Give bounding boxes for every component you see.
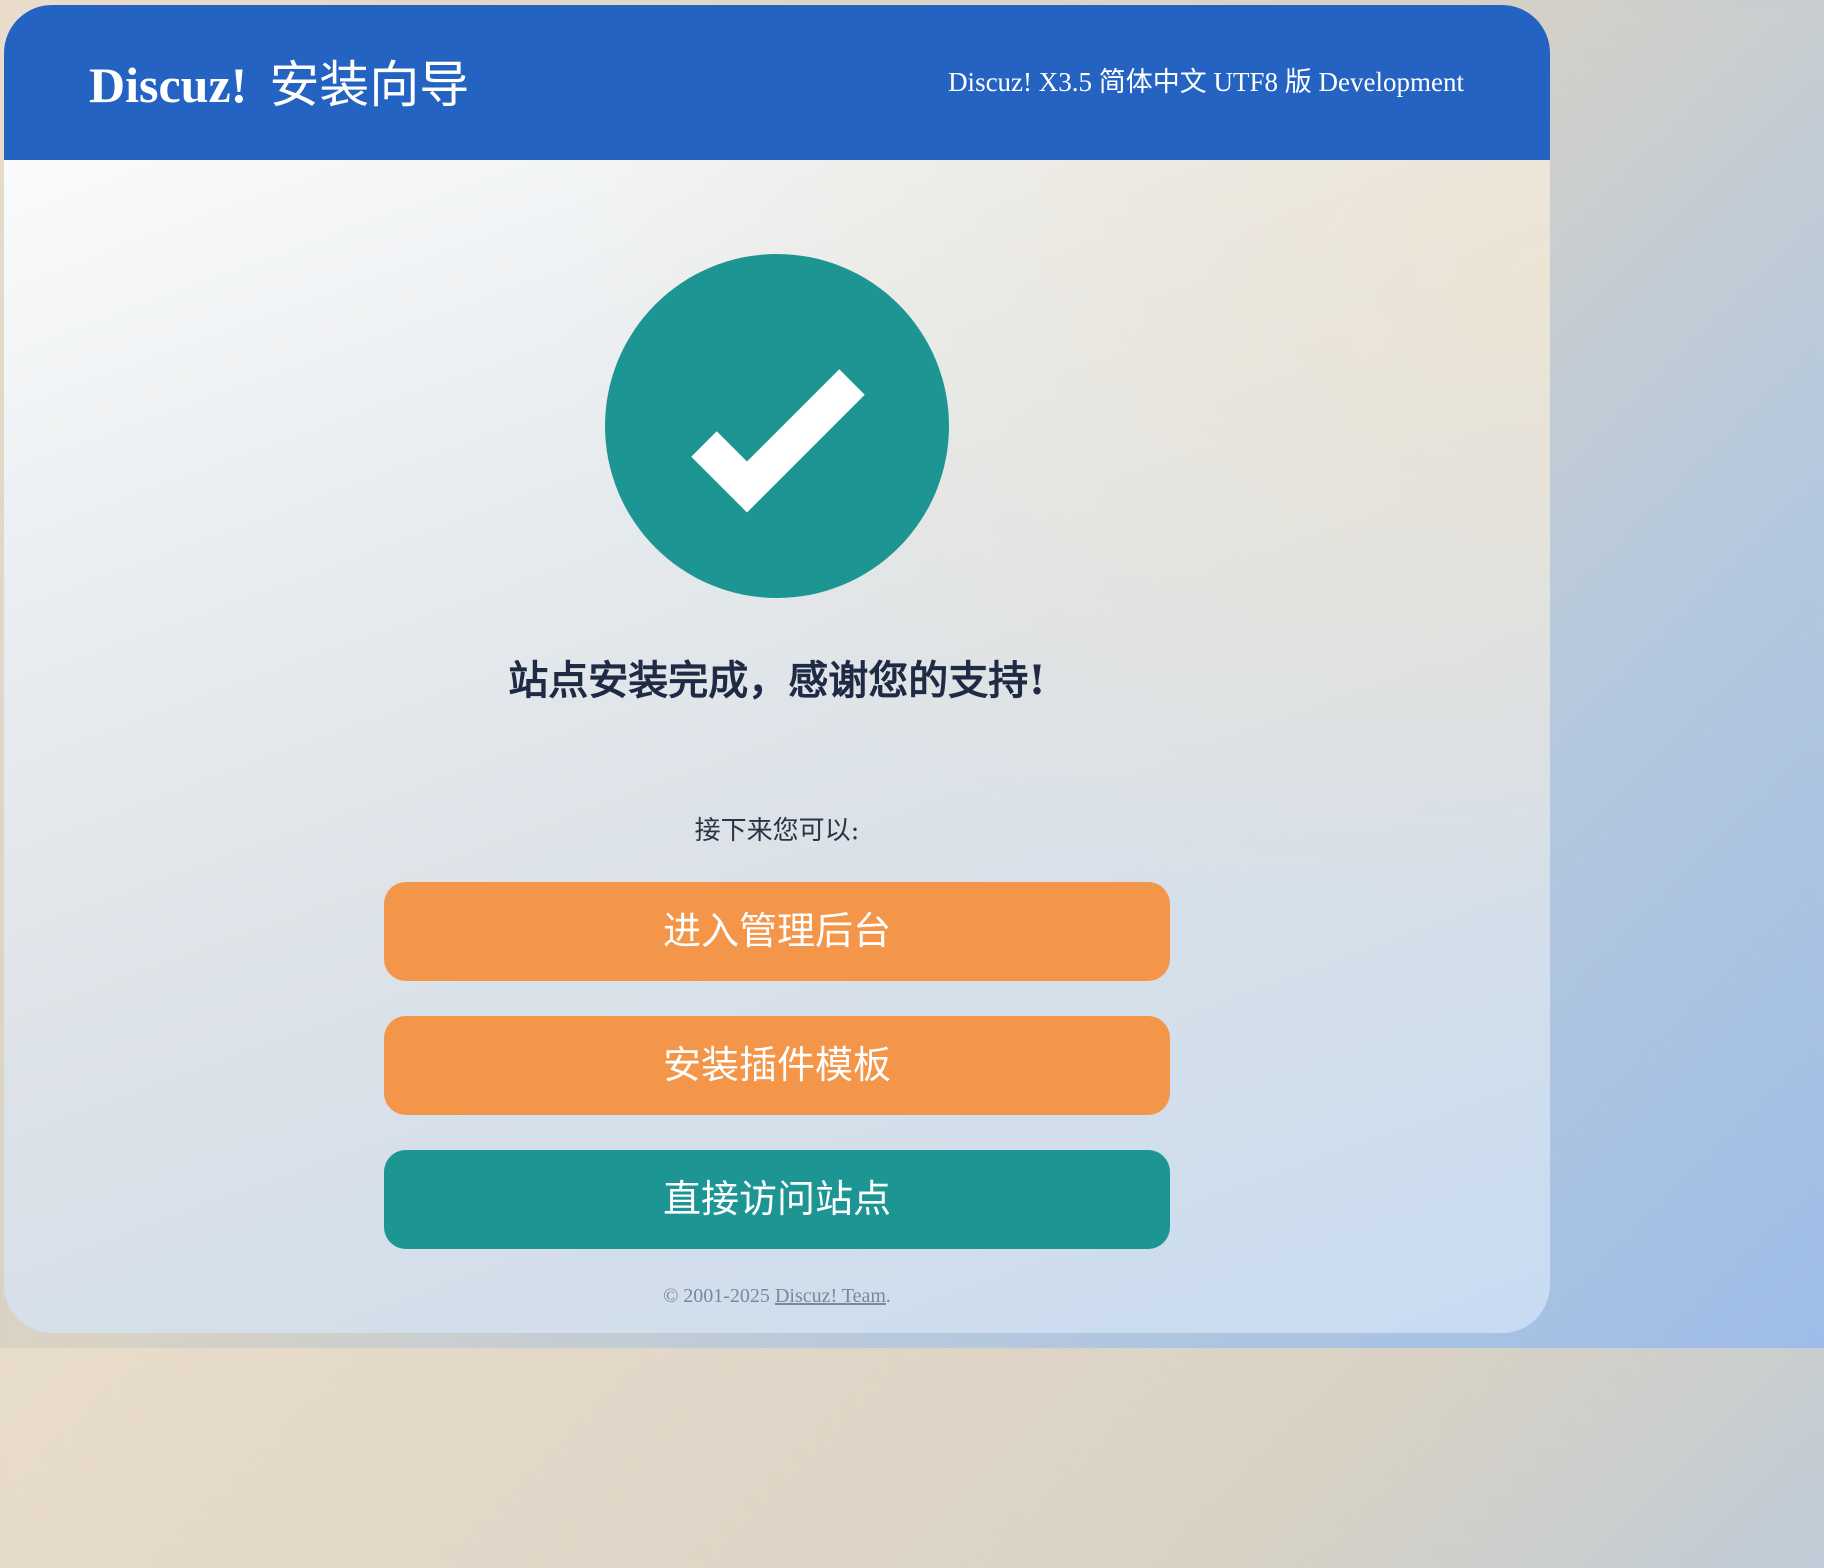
copyright-text: © 2001-2025	[663, 1285, 770, 1307]
version-label: Discuz! X3.5 简体中文 UTF8 版 Development	[948, 67, 1464, 97]
completion-headline: 站点安装完成，感谢您的支持!	[508, 657, 1046, 704]
install-plugins-templates-button[interactable]: 安装插件模板	[384, 1016, 1170, 1115]
brand-subtitle: 安装向导	[269, 56, 470, 114]
visit-site-button[interactable]: 直接访问站点	[384, 1150, 1170, 1249]
check-circle-icon	[605, 254, 949, 598]
installer-window: Discuz! 安装向导 Discuz! X3.5 简体中文 UTF8 版 Dev…	[4, 5, 1550, 1333]
checkmark-icon	[691, 369, 865, 513]
brand-name: Discuz!	[89, 57, 248, 113]
footer-period: .	[885, 1285, 891, 1307]
footer: © 2001-2025 Discuz! Team.	[4, 1282, 1550, 1310]
next-steps-intro: 接下来您可以:	[694, 816, 860, 846]
header-bar: Discuz! 安装向导 Discuz! X3.5 简体中文 UTF8 版 Dev…	[4, 5, 1550, 160]
discuz-team-link[interactable]: Discuz! Team	[775, 1285, 886, 1307]
brand-title: Discuz! 安装向导	[89, 55, 469, 115]
enter-admin-button[interactable]: 进入管理后台	[384, 882, 1170, 981]
